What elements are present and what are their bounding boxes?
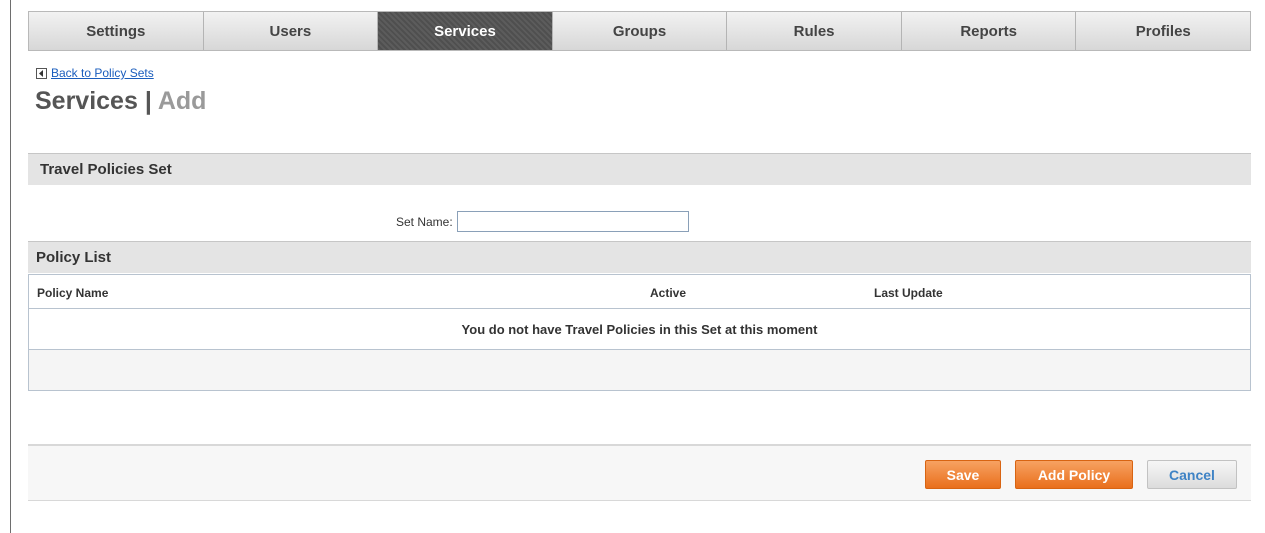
policy-list-title: Policy List <box>36 249 112 266</box>
set-name-row: Set Name: <box>396 211 689 232</box>
policy-table-footer <box>29 350 1250 390</box>
tab-reports[interactable]: Reports <box>901 12 1077 50</box>
policy-table-header: Policy Name Active Last Update <box>29 275 1250 309</box>
tab-groups[interactable]: Groups <box>552 12 728 50</box>
page-title-main: Services <box>35 87 138 115</box>
back-arrow-icon[interactable] <box>36 67 47 79</box>
back-to-policy-sets: Back to Policy Sets <box>36 66 154 80</box>
column-policy-name[interactable]: Policy Name <box>37 286 108 300</box>
tab-profiles[interactable]: Profiles <box>1076 12 1251 50</box>
add-policy-button[interactable]: Add Policy <box>1015 460 1133 489</box>
empty-table-message: You do not have Travel Policies in this … <box>29 309 1250 350</box>
tab-rules[interactable]: Rules <box>727 12 902 50</box>
tab-users[interactable]: Users <box>203 12 379 50</box>
tab-services[interactable]: Services <box>378 12 553 50</box>
tab-settings[interactable]: Settings <box>29 12 204 50</box>
set-name-label: Set Name: <box>396 214 453 229</box>
policy-table: Policy Name Active Last Update You do no… <box>28 274 1251 391</box>
column-last-update[interactable]: Last Update <box>874 286 943 300</box>
save-button[interactable]: Save <box>925 460 1001 489</box>
policy-list-header: Policy List <box>28 241 1251 273</box>
travel-policies-set-title: Travel Policies Set <box>40 161 172 178</box>
cancel-button[interactable]: Cancel <box>1147 460 1237 489</box>
back-to-policy-sets-link[interactable]: Back to Policy Sets <box>51 66 154 80</box>
page-title-sub: Add <box>157 87 207 115</box>
column-active[interactable]: Active <box>650 286 686 300</box>
page-title-separator: | <box>144 87 152 115</box>
main-tab-bar: Settings Users Services Groups Rules Rep… <box>28 11 1251 51</box>
travel-policies-set-header: Travel Policies Set <box>28 153 1251 185</box>
set-name-input[interactable] <box>456 211 689 232</box>
page-title: Services | Add <box>35 87 206 116</box>
